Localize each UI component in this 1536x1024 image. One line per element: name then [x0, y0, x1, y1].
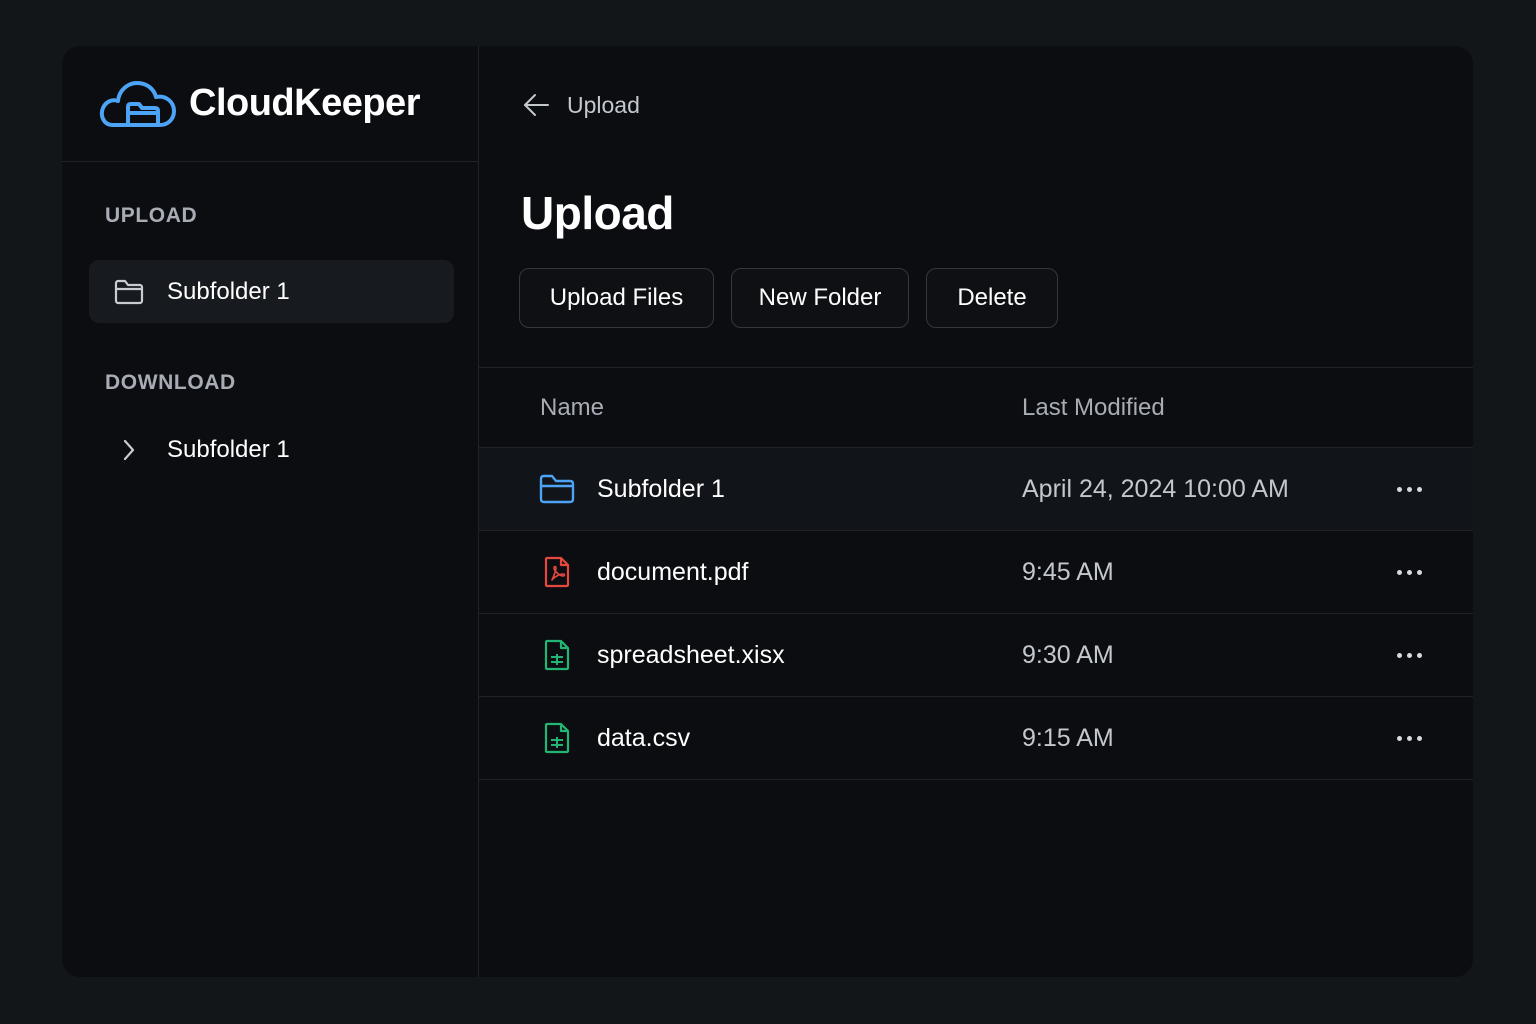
brand-header: CloudKeeper	[62, 46, 478, 162]
table-row[interactable]: document.pdf 9:45 AM	[479, 531, 1473, 614]
breadcrumb: Upload	[521, 90, 640, 120]
upload-files-button[interactable]: Upload Files	[519, 268, 714, 328]
more-options-icon[interactable]	[1389, 557, 1429, 587]
sidebar-item-upload-subfolder-1[interactable]: Subfolder 1	[89, 260, 454, 323]
file-name[interactable]: spreadsheet.xisx	[597, 641, 785, 670]
table-row[interactable]: Subfolder 1 April 24, 2024 10:00 AM	[479, 448, 1473, 531]
app-window: CloudKeeper UPLOAD Subfolder 1 DOWNLOAD …	[62, 46, 1473, 977]
new-folder-button[interactable]: New Folder	[731, 268, 909, 328]
pdf-file-icon	[539, 555, 575, 589]
table-row[interactable]: data.csv 9:15 AM	[479, 697, 1473, 780]
sidebar-heading-upload: UPLOAD	[105, 204, 198, 227]
file-name[interactable]: Subfolder 1	[597, 475, 725, 504]
more-options-icon[interactable]	[1389, 640, 1429, 670]
cloud-folder-logo-icon	[99, 77, 177, 131]
csv-file-icon	[539, 721, 575, 755]
sidebar-heading-download: DOWNLOAD	[105, 371, 236, 394]
spreadsheet-file-icon	[539, 638, 575, 672]
sidebar-item-download-subfolder-1[interactable]: Subfolder 1	[89, 418, 454, 481]
file-table: Name Last Modified Subfolder 1 April 24,…	[479, 367, 1473, 780]
file-modified: 9:15 AM	[1022, 724, 1114, 752]
sidebar: CloudKeeper UPLOAD Subfolder 1 DOWNLOAD …	[62, 46, 479, 977]
chevron-right-icon[interactable]	[113, 434, 145, 466]
sidebar-item-label: Subfolder 1	[167, 277, 290, 305]
file-name[interactable]: data.csv	[597, 724, 690, 753]
file-modified: 9:45 AM	[1022, 558, 1114, 586]
delete-button[interactable]: Delete	[926, 268, 1058, 328]
more-options-icon[interactable]	[1389, 474, 1429, 504]
folder-icon	[113, 276, 145, 308]
main-panel: Upload Upload Upload Files New Folder De…	[479, 46, 1473, 977]
table-header: Name Last Modified	[479, 367, 1473, 448]
file-name[interactable]: document.pdf	[597, 558, 749, 587]
arrow-left-icon[interactable]	[521, 90, 551, 120]
column-header-last-modified[interactable]: Last Modified	[1022, 394, 1165, 422]
more-options-icon[interactable]	[1389, 723, 1429, 753]
file-modified: 9:30 AM	[1022, 641, 1114, 669]
table-row[interactable]: spreadsheet.xisx 9:30 AM	[479, 614, 1473, 697]
toolbar: Upload Files New Folder Delete	[519, 268, 1058, 328]
page-title: Upload	[521, 187, 674, 239]
folder-icon	[539, 472, 575, 506]
app-name: CloudKeeper	[189, 82, 420, 124]
file-modified: April 24, 2024 10:00 AM	[1022, 475, 1289, 503]
sidebar-item-label: Subfolder 1	[167, 435, 290, 463]
breadcrumb-current[interactable]: Upload	[567, 92, 640, 119]
column-header-name[interactable]: Name	[540, 394, 604, 422]
